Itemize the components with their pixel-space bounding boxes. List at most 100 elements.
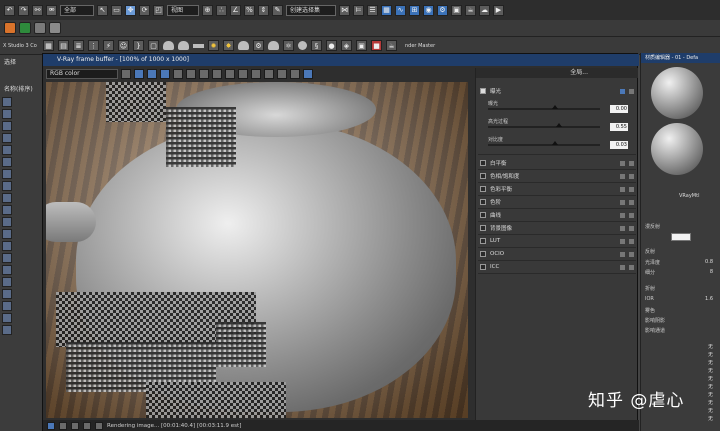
curve-editor-icon[interactable]: ∿: [395, 4, 406, 16]
slider-knob[interactable]: [552, 105, 558, 109]
material-editor-icon[interactable]: ◉: [423, 4, 434, 16]
schematic-icon[interactable]: ⊞: [409, 4, 420, 16]
named-selection-dropdown[interactable]: 创建选择集: [286, 4, 336, 16]
material-sphere-1[interactable]: [651, 67, 703, 119]
layer-menu-icon[interactable]: [629, 160, 634, 166]
tab-select[interactable]: 选择: [0, 55, 43, 68]
link-region-icon[interactable]: [290, 69, 300, 79]
layer-checkbox[interactable]: [480, 186, 486, 192]
copy-icon[interactable]: [225, 69, 235, 79]
layer-toggle-icon[interactable]: [620, 160, 625, 166]
explorer-icon-20[interactable]: [2, 325, 12, 335]
param-value[interactable]: 0.8: [705, 259, 713, 265]
angle-snap-icon[interactable]: ∠: [230, 4, 241, 16]
explorer-icon-2[interactable]: [2, 109, 12, 119]
layer-row-background-image[interactable]: 背景图像: [480, 223, 634, 233]
save-icon[interactable]: [199, 69, 209, 79]
mono-icon[interactable]: [186, 69, 196, 79]
explorer-icon-19[interactable]: [2, 313, 12, 323]
map-slot-value[interactable]: 无: [708, 383, 713, 390]
map-slot[interactable]: 无: [645, 343, 717, 350]
plug-icon[interactable]: ⚡: [103, 40, 114, 51]
layer-checkbox[interactable]: [480, 199, 486, 205]
material-sphere-2[interactable]: [651, 123, 703, 175]
status-icon-4[interactable]: [83, 421, 91, 430]
status-icon-5[interactable]: [95, 421, 103, 430]
quick-render-icon[interactable]: ▶: [493, 4, 504, 16]
map-slot-value[interactable]: 无: [708, 399, 713, 406]
layer-checkbox[interactable]: [480, 251, 486, 257]
region-icon[interactable]: [277, 69, 287, 79]
layer-checkbox[interactable]: [480, 225, 486, 231]
connect-icon[interactable]: ⋮: [88, 40, 99, 51]
render-setup-icon[interactable]: ⚙: [437, 4, 448, 16]
status-icon[interactable]: [47, 421, 55, 430]
layer-checkbox[interactable]: [480, 88, 486, 94]
select-region-icon[interactable]: ▭: [111, 4, 122, 16]
scene-sort-label[interactable]: 名称(排序): [0, 82, 43, 95]
map-slot-value[interactable]: 无: [708, 343, 713, 350]
layer-toggle-icon[interactable]: [620, 88, 625, 94]
layer-menu-icon[interactable]: [629, 225, 634, 231]
layer-menu-icon[interactable]: [629, 88, 634, 94]
edit-named-selection-icon[interactable]: ✎: [272, 4, 283, 16]
map-slot-value[interactable]: 无: [708, 359, 713, 366]
render-cloud-icon[interactable]: ☁: [479, 4, 490, 16]
layer-checkbox[interactable]: [480, 160, 486, 166]
teapot2-icon[interactable]: ☕: [386, 40, 397, 51]
spinner-snap-icon[interactable]: ⇕: [258, 4, 269, 16]
clear-icon[interactable]: [238, 69, 248, 79]
green-channel-icon[interactable]: [147, 69, 157, 79]
blue-channel-icon[interactable]: [160, 69, 170, 79]
slider-track[interactable]: [488, 108, 600, 110]
spring-icon[interactable]: §: [311, 40, 322, 51]
heart-icon[interactable]: [121, 69, 131, 79]
undo-icon[interactable]: ↶: [4, 4, 15, 16]
cone-icon[interactable]: [238, 41, 249, 50]
map-slot[interactable]: 无: [645, 359, 717, 366]
diffuse-color-swatch[interactable]: [671, 233, 691, 241]
mirror-icon[interactable]: ⋈: [339, 4, 350, 16]
layer-toggle-icon[interactable]: [620, 186, 625, 192]
status-icon-3[interactable]: [71, 421, 79, 430]
explorer-icon-10[interactable]: [2, 205, 12, 215]
status-icon-2[interactable]: [59, 421, 67, 430]
layer-menu-icon[interactable]: [629, 212, 634, 218]
move-icon[interactable]: ✥: [125, 4, 136, 16]
param-value[interactable]: 8: [710, 269, 713, 275]
map-slot-value[interactable]: 无: [708, 375, 713, 382]
layer-row-exposure[interactable]: 曝光: [480, 86, 634, 96]
track-mouse-icon[interactable]: [251, 69, 261, 79]
snap2-icon[interactable]: ▤: [58, 40, 69, 51]
map-slot[interactable]: 无: [645, 367, 717, 374]
layer-menu-icon[interactable]: [629, 186, 634, 192]
layer-menu-icon[interactable]: [629, 173, 634, 179]
explorer-icon-14[interactable]: [2, 253, 12, 263]
alpha-icon[interactable]: [173, 69, 183, 79]
explorer-icon-13[interactable]: [2, 241, 12, 251]
layer-toggle-icon[interactable]: [620, 251, 625, 257]
sphere2-icon[interactable]: ●: [326, 40, 337, 51]
explorer-icon-16[interactable]: [2, 277, 12, 287]
link-icon[interactable]: ⚯: [32, 4, 43, 16]
vray-light-icon[interactable]: [19, 22, 31, 34]
map-slot[interactable]: 无: [645, 415, 717, 422]
atom-icon[interactable]: ⚛: [283, 40, 294, 51]
render-icon[interactable]: ☕: [465, 4, 476, 16]
explorer-icon-1[interactable]: [2, 97, 12, 107]
layer-row-curves[interactable]: 曲线: [480, 210, 634, 220]
layer-toggle-icon[interactable]: [620, 264, 625, 270]
layer-menu-icon[interactable]: [629, 199, 634, 205]
map-slot[interactable]: 无: [645, 375, 717, 382]
layer-row-white-balance[interactable]: 白平衡: [480, 158, 634, 168]
selection-filter-dropdown[interactable]: 全部: [60, 4, 94, 16]
highlight-burn-slider[interactable]: 高光过程 0.55: [488, 118, 628, 132]
param-value[interactable]: 1.6: [705, 296, 713, 302]
layer-toggle-icon[interactable]: [620, 238, 625, 244]
channel-dropdown[interactable]: RGB color: [46, 69, 118, 79]
contrast-slider[interactable]: 对比度 0.03: [488, 136, 628, 150]
explorer-icon-4[interactable]: [2, 133, 12, 143]
sphere-icon[interactable]: [298, 41, 307, 50]
material-editor-title[interactable]: 材质编辑器 - 01 - Defa: [641, 53, 720, 63]
torus-icon[interactable]: [268, 41, 279, 50]
